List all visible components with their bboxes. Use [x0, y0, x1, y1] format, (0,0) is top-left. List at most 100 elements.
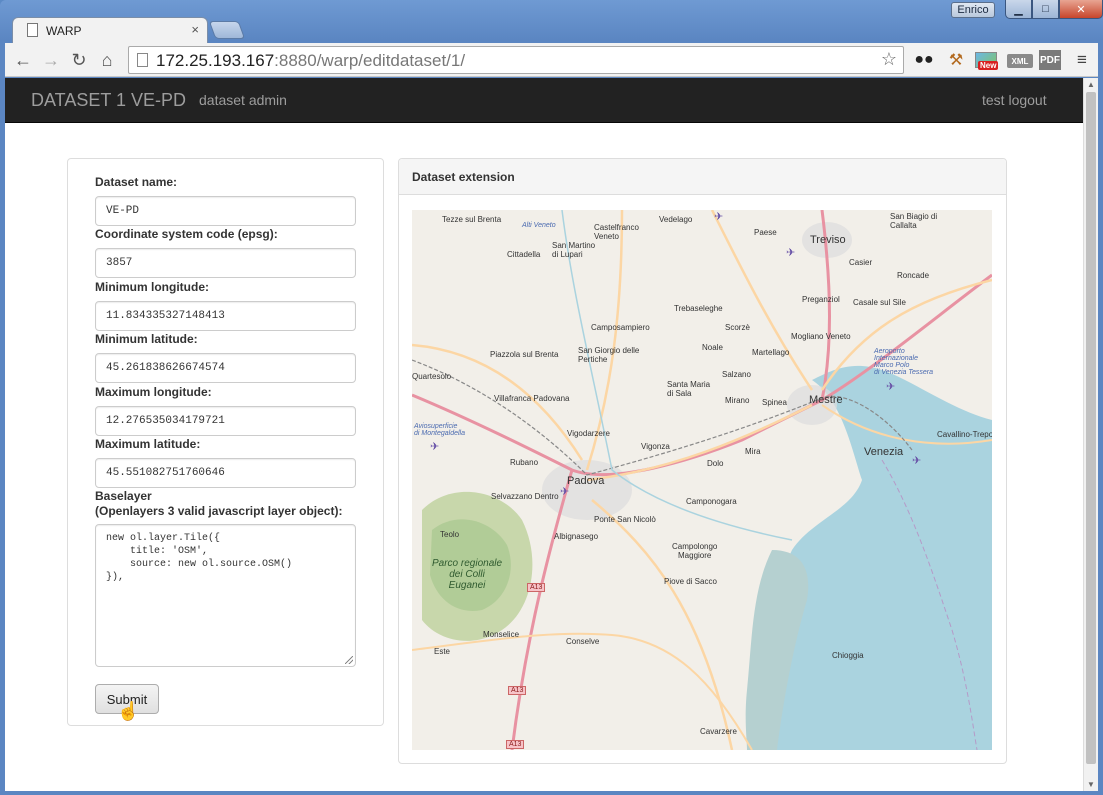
navbar-brand[interactable]: DATASET 1 VE-PD: [31, 90, 186, 111]
home-icon[interactable]: ⌂: [96, 49, 118, 71]
nav-link-logout[interactable]: test logout: [982, 92, 1047, 108]
address-bar[interactable]: 172.25.193.167:8880/warp/editdataset/1/ …: [128, 46, 904, 74]
tab-title: WARP: [46, 24, 82, 38]
place-treviso: Treviso: [810, 234, 846, 246]
tab-close-icon[interactable]: ×: [191, 22, 199, 37]
airport-icon: ✈: [560, 486, 570, 498]
place-martellago: Martellago: [752, 348, 790, 357]
road-3: [586, 403, 813, 482]
place-albignasego: Albignasego: [554, 532, 599, 541]
epsg-label: Coordinate system code (epsg):: [95, 227, 278, 241]
scroll-up-arrow-icon[interactable]: ▲: [1087, 80, 1095, 89]
browser-tab[interactable]: WARP ×: [12, 17, 208, 43]
road-shield-a13: A13: [508, 686, 527, 695]
min-longitude-label: Minimum longitude:: [95, 280, 209, 294]
dataset-form: Dataset name: VE-PD Coordinate system co…: [67, 158, 384, 726]
airport-icon: ✈: [886, 381, 896, 393]
place-teolo: Teolo: [440, 530, 460, 539]
epsg-input[interactable]: 3857: [95, 248, 356, 278]
baselayer-hint: (Openlayers 3 valid javascript layer obj…: [95, 504, 343, 518]
place-camponogara: Camponogara: [686, 497, 737, 506]
map-panel-title: Dataset extension: [399, 159, 1006, 195]
place-trebaseleghe: Trebaseleghe: [674, 304, 723, 313]
resize-grip-icon[interactable]: [345, 656, 353, 664]
maximize-button[interactable]: □: [1032, 0, 1059, 19]
baselayer-code: new ol.layer.Tile({ title: 'OSM', source…: [106, 533, 293, 583]
baselayer-textarea[interactable]: new ol.layer.Tile({ title: 'OSM', source…: [95, 524, 356, 667]
place-piove: Piove di Sacco: [664, 577, 717, 586]
place-piazzola: Piazzola sul Brenta: [490, 350, 559, 359]
place-casier: Casier: [849, 258, 873, 267]
new-extension-icon[interactable]: New: [975, 49, 999, 71]
max-latitude-input[interactable]: 45.551082751760646: [95, 458, 356, 488]
place-sanmartino: San Martino di Lupari: [552, 241, 596, 259]
place-selvazzano: Selvazzano Dentro: [491, 492, 559, 501]
map-panel: Dataset extension Tezze sul Brenta Vedel…: [398, 158, 1007, 764]
place-aeroporto: Aeroporto Internazionale Marco Polo di V…: [874, 348, 934, 376]
map-graphics: [412, 210, 992, 750]
place-rubano: Rubano: [510, 458, 539, 467]
xml-extension-icon[interactable]: XML: [1007, 54, 1033, 68]
place-conselve: Conselve: [566, 637, 600, 646]
min-latitude-input[interactable]: 45.261838626674574: [95, 353, 356, 383]
dataset-name-input[interactable]: VE-PD: [95, 196, 356, 226]
place-villafranca: Villafranca Padovana: [494, 394, 570, 403]
place-quartesolo: Quartesolo: [412, 372, 452, 381]
place-pontesannicolo: Ponte San Nicolò: [594, 515, 656, 524]
minimize-button[interactable]: ▁: [1005, 0, 1032, 19]
hand-cursor-icon: ☝: [117, 701, 140, 721]
forward-arrow-icon[interactable]: →: [40, 49, 62, 71]
place-spinea: Spinea: [762, 398, 787, 407]
scroll-thumb[interactable]: [1086, 92, 1096, 764]
airport-icon: ✈: [912, 455, 922, 467]
min-latitude-label: Minimum latitude:: [95, 332, 198, 346]
place-noale: Noale: [702, 343, 723, 352]
place-cavallino: Cavallino-Trepo: [937, 430, 992, 439]
bookmark-star-icon[interactable]: ☆: [881, 49, 897, 70]
place-santamaria: Santa Maria di Sala: [667, 380, 711, 398]
place-salzano: Salzano: [722, 370, 751, 379]
reload-icon[interactable]: ↻: [68, 49, 90, 71]
place-preganziol: Preganziol: [802, 295, 840, 304]
place-cittadella: Cittadella: [507, 250, 541, 259]
place-castelfranco: Castelfranco Veneto: [594, 223, 639, 241]
road-6: [710, 210, 814, 391]
new-tab-button[interactable]: [208, 21, 246, 39]
place-campolongo: Campolongo Maggiore: [672, 542, 718, 560]
back-arrow-icon[interactable]: ←: [12, 49, 34, 71]
place-venezia: Venezia: [864, 446, 904, 458]
place-chioggia: Chioggia: [832, 651, 864, 660]
airport-icon: ✈: [786, 247, 796, 259]
url-path: :8880/warp/editdataset/1/: [274, 51, 466, 70]
hammer-extension-icon[interactable]: ⚒: [945, 49, 967, 71]
max-latitude-label: Maximum latitude:: [95, 437, 201, 451]
scroll-down-arrow-icon[interactable]: ▼: [1087, 780, 1095, 789]
place-tezze: Tezze sul Brenta: [442, 215, 502, 224]
road-4: [591, 499, 734, 750]
incognito-extension-icon[interactable]: ●●: [913, 49, 935, 71]
pdf-extension-icon[interactable]: PDF: [1039, 50, 1061, 70]
page-viewport: DATASET 1 VE-PD dataset admin test logou…: [5, 78, 1098, 791]
airport-icon: ✈: [714, 211, 724, 223]
page-scrollbar[interactable]: ▲ ▼: [1083, 78, 1098, 791]
close-window-button[interactable]: ✕: [1059, 0, 1103, 19]
place-monselice: Monselice: [483, 630, 520, 639]
place-este: Este: [434, 647, 451, 656]
min-longitude-input[interactable]: 11.834335327148413: [95, 301, 356, 331]
profile-badge[interactable]: Enrico: [951, 2, 995, 18]
menu-icon[interactable]: ≡: [1071, 49, 1093, 71]
place-camposampiero: Camposampiero: [591, 323, 650, 332]
nav-link-dataset-admin[interactable]: dataset admin: [199, 92, 287, 108]
place-scorze: Scorzè: [725, 323, 750, 332]
new-badge: New: [978, 61, 999, 70]
road-shield-a13: A13: [506, 740, 525, 749]
place-paese: Paese: [754, 228, 777, 237]
place-mira: Mira: [745, 447, 761, 456]
place-padova: Padova: [567, 475, 605, 487]
map-view[interactable]: Tezze sul Brenta Vedelago Castelfranco V…: [412, 210, 992, 750]
place-cavarzere: Cavarzere: [700, 727, 737, 736]
place-casale: Casale sul Sile: [853, 298, 906, 307]
max-longitude-input[interactable]: 12.276535034179721: [95, 406, 356, 436]
url-text: 172.25.193.167:8880/warp/editdataset/1/: [156, 51, 465, 71]
place-aviosup: Aviosuperficie di Montegaldella: [414, 423, 465, 437]
